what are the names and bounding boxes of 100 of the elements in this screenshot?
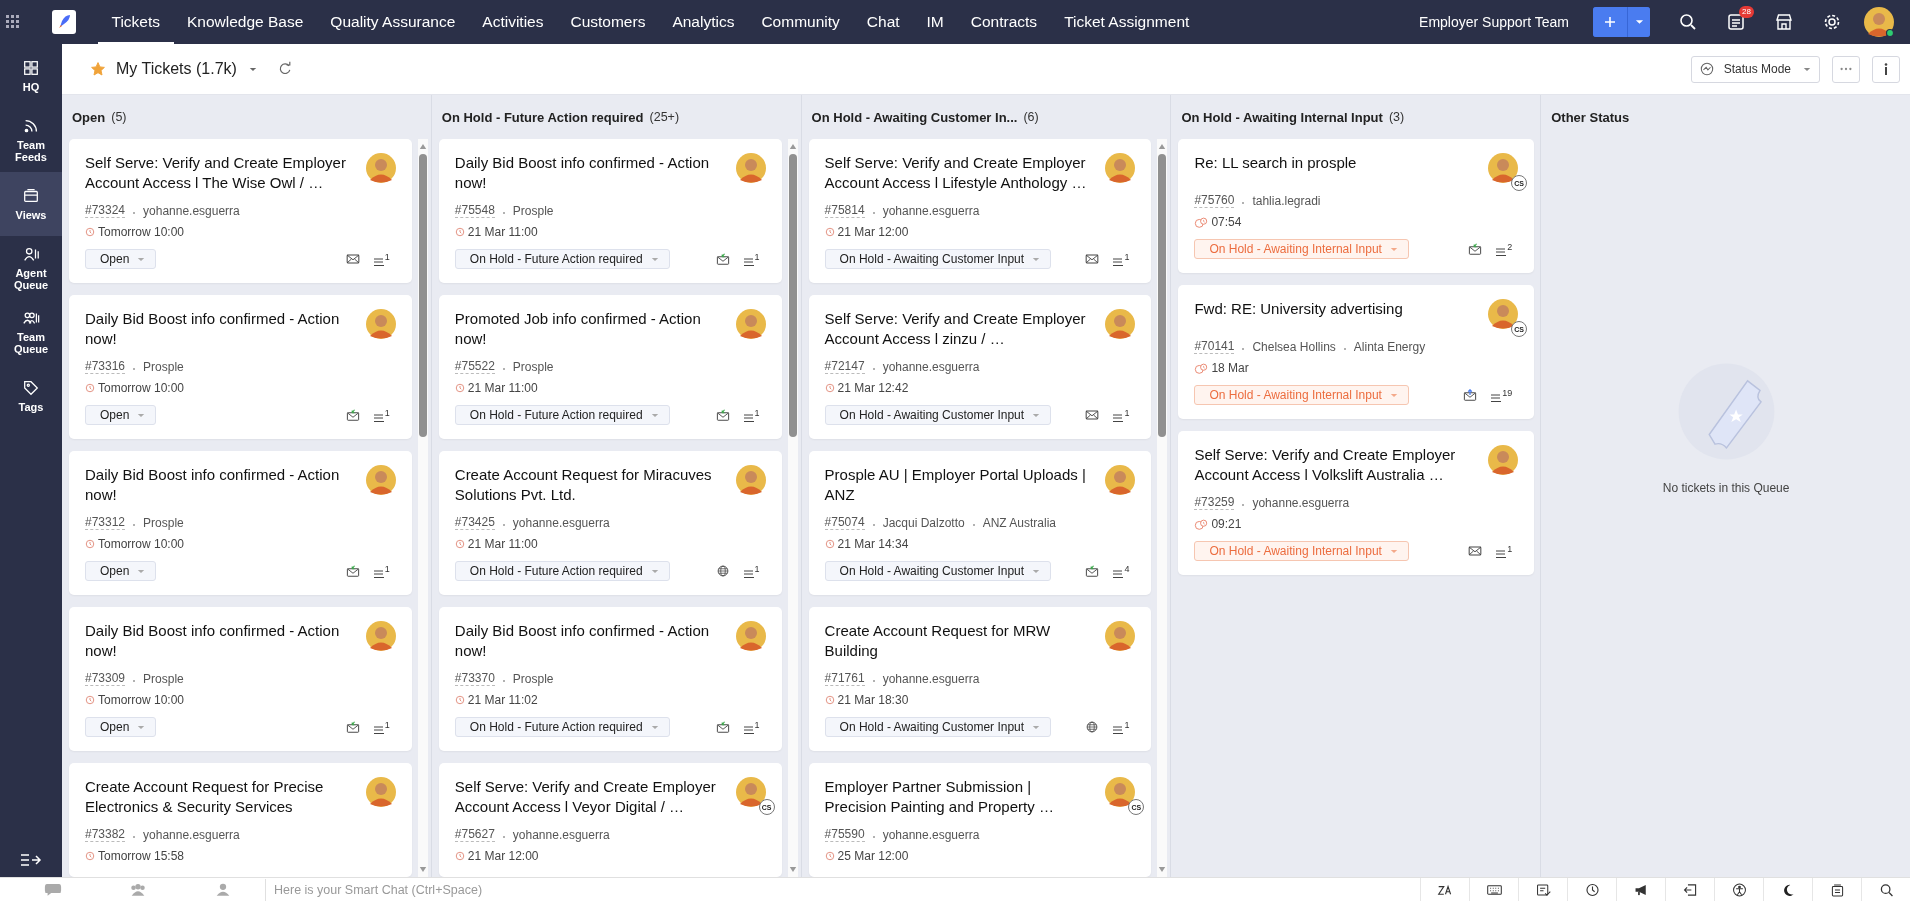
ticket-title[interactable]: Daily Bid Boost info confirmed - Action now! — [454, 153, 724, 193]
scrollbar[interactable] — [417, 139, 428, 877]
ticket-title[interactable]: Self Serve: Verify and Create Employer Account Access l Volkslift Australia … — [1194, 445, 1477, 485]
ticket-id[interactable]: #75074 — [824, 515, 865, 530]
contact-name[interactable]: yohanne.esguerra — [143, 203, 240, 218]
nav-tab[interactable]: Analytics — [658, 0, 748, 44]
info-button[interactable] — [1872, 55, 1900, 83]
ticket-title[interactable]: Self Serve: Verify and Create Employer Account Access l Veyor Digital / … — [454, 777, 724, 817]
sidebar-item[interactable]: Team Queue — [0, 300, 62, 364]
ticket-id[interactable]: #73324 — [85, 203, 126, 218]
thread-icon[interactable] — [373, 567, 384, 578]
scroll-up-icon[interactable] — [1158, 143, 1167, 150]
ticket-card[interactable]: Self Serve: Verify and Create Employer Account Access l Lifestyle Anthology … #75814 yohanne.esguerra 21 Mar 12:00 On Hold - Awaiting Customer Input 1 — [808, 139, 1152, 283]
ticket-title[interactable]: Daily Bid Boost info confirmed - Action now! — [85, 309, 354, 349]
ticket-id[interactable]: #72147 — [824, 359, 865, 374]
status-mode-button[interactable]: Status Mode — [1690, 55, 1820, 83]
ticket-title[interactable]: Daily Bid Boost info confirmed - Action now! — [454, 621, 724, 661]
ticket-card[interactable]: Daily Bid Boost info confirmed - Action now! #73312 Prosple Tomorrow 10:00 Open 1 — [69, 451, 412, 595]
nav-tab[interactable]: Contracts — [957, 0, 1051, 44]
ticket-id[interactable]: #75627 — [454, 827, 495, 842]
scroll-down-icon[interactable] — [1158, 866, 1167, 873]
ticket-title[interactable]: Prosple AU | Employer Portal Uploads | ANZ — [824, 465, 1094, 505]
ticket-id[interactable]: #75548 — [454, 203, 495, 218]
thread-icon[interactable] — [743, 567, 754, 578]
nav-tab[interactable]: Customers — [556, 0, 659, 44]
ticket-title[interactable]: Self Serve: Verify and Create Employer Account Access l zinzu / … — [824, 309, 1094, 349]
ticket-id[interactable]: #73309 — [85, 671, 126, 686]
thread-count[interactable]: 1 — [384, 720, 390, 730]
thread-count[interactable]: 1 — [1124, 252, 1130, 262]
contact-name[interactable]: yohanne.esguerra — [512, 515, 610, 530]
contact-name[interactable]: Prosple — [512, 203, 554, 218]
ticket-title[interactable]: Fwd: RE: University advertising — [1194, 299, 1477, 319]
view-selector[interactable]: My Tickets (1.7k) — [116, 60, 257, 78]
ticket-card[interactable]: Self Serve: Verify and Create Employer Account Access l zinzu / … #72147 yohanne.esguerra 21 Mar 12:42 On Hold - Awaiting Customer Input 1 — [808, 295, 1152, 439]
scroll-thumb[interactable] — [788, 154, 797, 438]
contact-name[interactable]: yohanne.esguerra — [882, 827, 980, 842]
contact-name[interactable]: yohanne.esguerra — [882, 203, 980, 218]
ticket-id[interactable]: #73382 — [85, 827, 126, 842]
thread-icon[interactable] — [1496, 245, 1507, 256]
ticket-title[interactable]: Daily Bid Boost info confirmed - Action now! — [85, 465, 354, 505]
thread-count[interactable]: 1 — [384, 408, 390, 418]
settings-icon[interactable] — [1822, 12, 1842, 32]
contact-name[interactable]: ANZ Australia — [982, 515, 1057, 530]
ticket-title[interactable]: Create Account Request for Precise Electronics & Security Services — [85, 777, 354, 817]
thread-icon[interactable] — [1491, 391, 1502, 402]
status-dropdown[interactable]: On Hold - Future Action required — [454, 717, 670, 737]
thread-count[interactable]: 1 — [384, 564, 390, 574]
thread-count[interactable]: 1 — [384, 252, 390, 262]
ticket-card[interactable]: Promoted Job info confirmed - Action now! #75522 Prosple 21 Mar 11:00 On Hold - Future Action required 1 — [438, 295, 782, 439]
nav-tab[interactable]: Knowledge Base — [173, 0, 317, 44]
thread-count[interactable]: 1 — [1124, 720, 1130, 730]
status-dropdown[interactable]: On Hold - Future Action required — [454, 561, 670, 581]
ticket-card[interactable]: Self Serve: Verify and Create Employer Account Access l Volkslift Australia … #73259 yohanne.esguerra 09:21 On Hold - Awaiting Internal Input 1 — [1178, 431, 1535, 575]
nav-tab[interactable]: Ticket Assignment — [1050, 0, 1203, 44]
ticket-id[interactable]: #75814 — [824, 203, 865, 218]
clock-icon[interactable] — [1583, 882, 1601, 897]
ticket-id[interactable]: #71761 — [824, 671, 865, 686]
status-dropdown[interactable]: On Hold - Future Action required — [454, 405, 670, 425]
ticket-title[interactable]: Promoted Job info confirmed - Action now! — [454, 309, 724, 349]
ticket-title[interactable]: Create Account Request for MRW Building — [824, 621, 1094, 661]
ticket-id[interactable]: #73370 — [454, 671, 495, 686]
contact-name[interactable]: Prosple — [143, 515, 184, 530]
sidebar-item[interactable]: Tags — [0, 364, 62, 428]
thread-icon[interactable] — [1113, 567, 1124, 578]
scrollbar[interactable] — [787, 139, 798, 877]
nav-tab[interactable]: Activities — [468, 0, 557, 44]
ticket-id[interactable]: #75522 — [454, 359, 495, 374]
contact-name[interactable]: yohanne.esguerra — [512, 827, 610, 842]
thread-icon[interactable] — [1113, 255, 1124, 266]
contact-name[interactable]: tahlia.legradi — [1252, 193, 1321, 208]
thread-count[interactable]: 1 — [754, 564, 760, 574]
thread-icon[interactable] — [743, 411, 754, 422]
contact-name[interactable]: Prosple — [143, 671, 184, 686]
sidebar-item[interactable]: HQ — [0, 44, 62, 108]
sidebar-item[interactable]: Agent Queue — [0, 236, 62, 300]
ticket-card[interactable]: Create Account Request for Miracuves Solutions Pvt. Ltd. #73425 yohanne.esguerra 21 Mar 11:00 On Hold - Future Action required 1 — [438, 451, 782, 595]
ticket-card[interactable]: Self Serve: Verify and Create Employer Account Access l The Wise Owl / … #73324 yohanne.esguerra Tomorrow 10:00 Open 1 — [69, 139, 412, 283]
ticket-card[interactable]: Daily Bid Boost info confirmed - Action now! #73370 Prosple 21 Mar 11:02 On Hold - Future Action required 1 — [438, 607, 782, 751]
thread-icon[interactable] — [373, 255, 384, 266]
app-grid-icon[interactable] — [6, 15, 20, 29]
ticket-title[interactable]: Employer Partner Submission | Precision Painting and Property … — [824, 777, 1094, 817]
thread-count[interactable]: 1 — [1507, 544, 1513, 554]
nav-tab[interactable]: Community — [747, 0, 854, 44]
status-dropdown[interactable]: Open — [85, 405, 157, 425]
scroll-thumb[interactable] — [418, 154, 427, 438]
ticket-card[interactable]: Prosple AU | Employer Portal Uploads | ANZ #75074 Jacqui Dalzotto ANZ Australia 21 Mar 14:34 On Hold - Awaiting Customer Input 4 — [808, 451, 1152, 595]
contact-name[interactable]: Alinta Energy — [1353, 339, 1426, 354]
contact-name[interactable]: Jacqui Dalzotto — [882, 515, 965, 530]
contact-name[interactable]: Chelsea Hollins — [1252, 339, 1336, 354]
expand-sidebar-icon[interactable] — [20, 853, 42, 867]
add-button[interactable] — [1593, 7, 1627, 37]
thread-count[interactable]: 4 — [1124, 564, 1130, 574]
status-dropdown[interactable]: Open — [85, 249, 157, 269]
thread-count[interactable]: 2 — [1507, 242, 1513, 252]
sidebar-item[interactable]: Views — [0, 172, 62, 236]
ticket-card[interactable]: Create Account Request for Precise Electronics & Security Services #73382 yohanne.esguerra Tomorrow 15:58 — [69, 763, 412, 877]
ticket-card[interactable]: Create Account Request for MRW Building #71761 yohanne.esguerra 21 Mar 18:30 On Hold - Awaiting Customer Input 1 — [808, 607, 1152, 751]
scroll-down-icon[interactable] — [788, 866, 797, 873]
ticket-title[interactable]: Create Account Request for Miracuves Solutions Pvt. Ltd. — [454, 465, 724, 505]
thread-icon[interactable] — [373, 723, 384, 734]
